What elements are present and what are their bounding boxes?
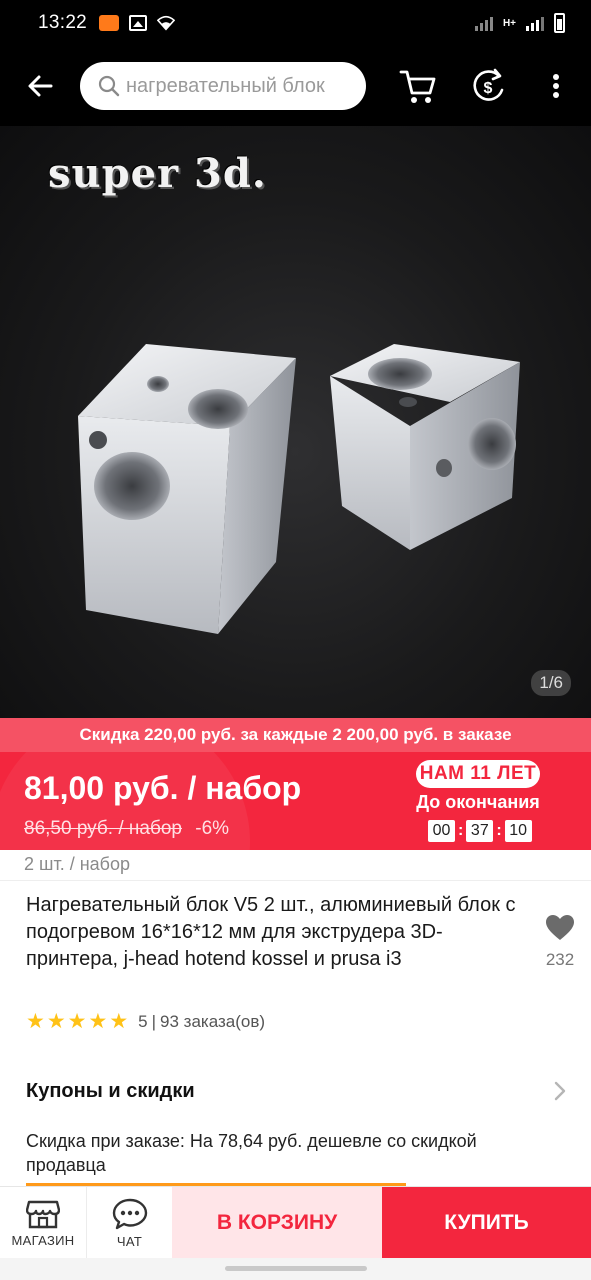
search-placeholder: нагревательный блок <box>126 74 325 97</box>
cart-button[interactable] <box>392 60 444 112</box>
signal-2-icon <box>526 15 544 31</box>
currency-button[interactable]: $ <box>462 60 514 112</box>
chat-label: ЧАТ <box>116 1233 143 1249</box>
chat-button[interactable]: ЧАТ <box>86 1187 172 1259</box>
system-navigation-bar <box>0 1258 591 1280</box>
wifi-icon <box>157 15 176 31</box>
svg-text:$: $ <box>484 80 493 97</box>
product-image-gallery[interactable]: super 3d. 1/6 <box>0 126 591 718</box>
image-counter: 1/6 <box>531 670 571 696</box>
countdown-minutes: 37 <box>466 820 494 842</box>
old-price: 86,50 руб. / набор <box>24 818 182 839</box>
add-to-cart-button[interactable]: В КОРЗИНУ <box>172 1187 382 1259</box>
rating-value: 5 <box>138 1011 148 1031</box>
currency-icon: $ <box>473 68 504 101</box>
divider <box>0 880 591 881</box>
star-icon: ★ <box>46 1010 66 1033</box>
aliexpress-notification-icon <box>99 15 120 31</box>
image-notification-icon <box>129 15 148 31</box>
rating-stars: ★ ★ ★ ★ ★ <box>26 1011 128 1032</box>
more-icon <box>553 74 559 98</box>
top-app-bar: нагревательный блок $ <box>0 46 591 126</box>
orders-count: 93 заказа(ов) <box>160 1011 266 1031</box>
sale-until-label: До окончания <box>416 792 540 812</box>
store-label: МАГАЗИН <box>11 1232 75 1248</box>
star-icon: ★ <box>88 1010 108 1033</box>
home-gesture-handle[interactable] <box>225 1266 367 1271</box>
battery-icon <box>554 13 565 33</box>
status-bar: 13:22 H+ <box>0 0 591 46</box>
rating-row[interactable]: ★ ★ ★ ★ ★ 5 | 93 заказа(ов) <box>26 1011 265 1032</box>
countdown-hours: 00 <box>428 820 455 842</box>
status-system-icons: H+ <box>474 13 565 33</box>
store-button[interactable]: МАГАЗИН <box>0 1187 86 1259</box>
back-button[interactable] <box>0 46 80 126</box>
store-icon <box>26 1200 60 1228</box>
star-icon: ★ <box>26 1010 45 1033</box>
more-menu-button[interactable] <box>530 60 582 112</box>
promo-text: Скидка 220,00 руб. за каждые 2 200,00 ру… <box>79 725 512 744</box>
status-time: 13:22 <box>38 12 88 33</box>
countdown-timer: 00 : 37 : 10 <box>428 820 532 842</box>
network-type: H+ <box>502 17 516 29</box>
chat-icon <box>112 1198 147 1229</box>
back-arrow-icon <box>28 75 53 97</box>
product-photo <box>78 344 520 634</box>
countdown-seconds: 10 <box>504 820 532 842</box>
countdown-separator: : <box>458 822 464 839</box>
star-icon: ★ <box>67 1010 87 1033</box>
cart-icon <box>399 70 436 103</box>
buy-now-button[interactable]: КУПИТЬ <box>382 1187 591 1259</box>
star-icon: ★ <box>109 1010 129 1033</box>
rating-separator: | <box>151 1011 157 1031</box>
discount-percent: -6% <box>195 818 230 839</box>
signal-1-icon <box>474 15 493 31</box>
old-price-row: 86,50 руб. / набор -6% <box>24 818 229 840</box>
countdown-separator: : <box>496 822 502 839</box>
chevron-right-icon[interactable] <box>552 1080 568 1102</box>
price-section: 81,00 руб. / набор 86,50 руб. / набор -6… <box>0 752 591 850</box>
search-input[interactable]: нагревательный блок <box>80 62 366 110</box>
coupons-title[interactable]: Купоны и скидки <box>26 1080 195 1103</box>
status-notification-icons <box>99 15 176 31</box>
unit-info: 2 шт. / набор <box>24 854 130 874</box>
bottom-action-bar: МАГАЗИН ЧАТ В КОРЗИНУ КУПИТЬ <box>0 1186 591 1259</box>
wishlist-count: 232 <box>545 950 575 969</box>
current-price: 81,00 руб. / набор <box>24 770 302 806</box>
product-title: Нагревательный блок V5 2 шт., алюминиевы… <box>26 894 516 970</box>
search-icon <box>98 75 120 97</box>
sale-badge: НАМ 11 ЛЕТ <box>416 760 540 788</box>
section-gap <box>0 1046 591 1060</box>
heart-icon <box>546 915 574 940</box>
promo-banner[interactable]: Скидка 220,00 руб. за каждые 2 200,00 ру… <box>0 718 591 752</box>
coupons-description: Скидка при заказе: На 78,64 руб. дешевле… <box>26 1131 477 1175</box>
wishlist-button[interactable]: 232 <box>540 914 580 970</box>
product-page: 13:22 H+ нагревательный блок $ super 3d.… <box>0 0 591 1280</box>
